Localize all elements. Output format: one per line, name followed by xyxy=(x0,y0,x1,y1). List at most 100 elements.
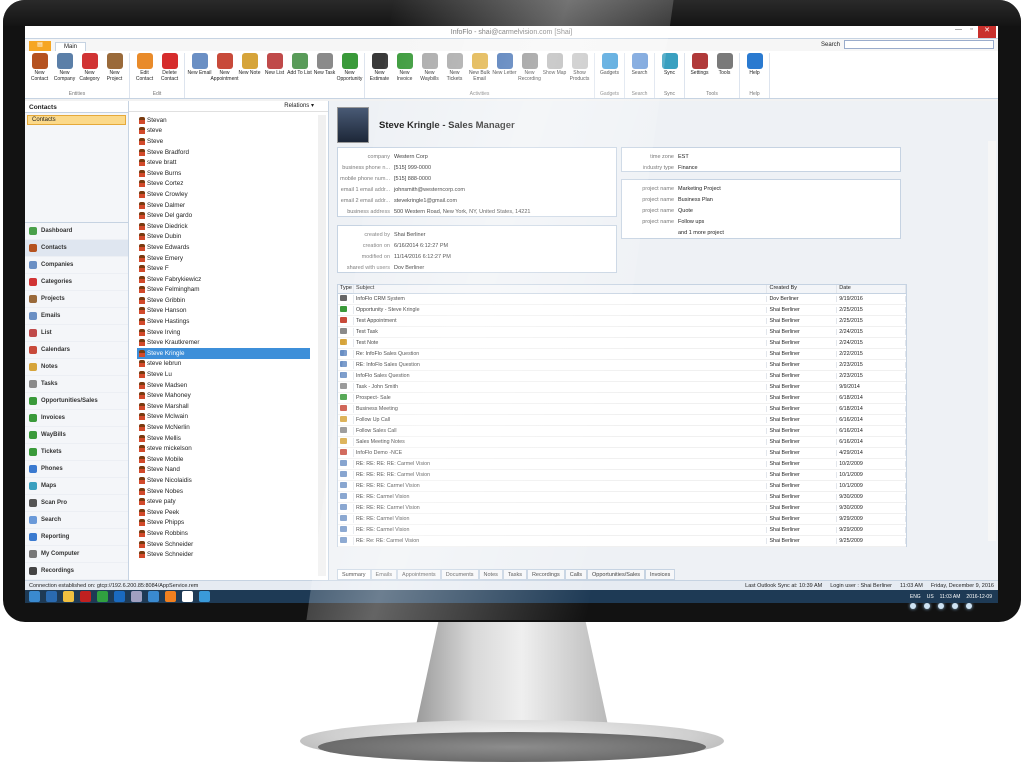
tab-emails[interactable]: Emails xyxy=(370,569,398,580)
list-item[interactable]: Steve Kringle xyxy=(137,348,310,359)
list-item[interactable]: Steve Lu xyxy=(137,369,310,380)
contact-list-scrollbar[interactable] xyxy=(318,115,326,576)
nav-item[interactable]: Calendars xyxy=(25,342,128,359)
taskbar-app[interactable] xyxy=(63,591,74,602)
ribbon-button[interactable]: New Bulk Email xyxy=(467,53,492,82)
nav-item[interactable]: Reporting xyxy=(25,529,128,546)
taskbar-app[interactable] xyxy=(131,591,142,602)
list-item[interactable]: Steve Fabrykiewicz xyxy=(137,274,310,285)
nav-item[interactable]: Recordings xyxy=(25,563,128,580)
minimize-icon[interactable]: — xyxy=(952,26,965,38)
list-item[interactable]: Steve Burns xyxy=(137,168,310,179)
table-row[interactable]: Test Task Shai Berliner 2/24/2015 xyxy=(338,327,906,338)
list-item[interactable]: Steve Mobile xyxy=(137,454,310,465)
list-item[interactable]: Steve Hanson xyxy=(137,306,310,317)
taskbar-app[interactable] xyxy=(199,591,210,602)
ribbon-button[interactable]: Edit Contact xyxy=(132,53,157,82)
start-button[interactable] xyxy=(29,591,40,602)
taskbar-app[interactable] xyxy=(46,591,57,602)
tab-appointments[interactable]: Appointments xyxy=(397,569,441,580)
relations-dropdown[interactable]: Relations ▾ xyxy=(129,101,328,112)
list-item[interactable]: Steve Mahoney xyxy=(137,390,310,401)
table-row[interactable]: InfoFlo Demo -NCE Shai Berliner 4/29/2014 xyxy=(338,448,906,459)
table-row[interactable]: Test Note Shai Berliner 2/24/2015 xyxy=(338,338,906,349)
tab-tasks[interactable]: Tasks xyxy=(502,569,527,580)
table-row[interactable]: RE: Re: RE: Carmel Vision Shai Berliner 9/… xyxy=(338,536,906,547)
tab-documents[interactable]: Documents xyxy=(440,569,479,580)
list-item[interactable]: Steve Bradford xyxy=(137,147,310,158)
table-row[interactable]: RE: RE: Carmel Vision Shai Berliner 9/30/2… xyxy=(338,492,906,503)
list-item[interactable]: Steve Marshall xyxy=(137,401,310,412)
taskbar-app[interactable] xyxy=(80,591,91,602)
ribbon-button[interactable]: Gadgets xyxy=(597,53,622,76)
table-row[interactable]: Sales Meeting Notes Shai Berliner 6/16/201… xyxy=(338,437,906,448)
ribbon-button[interactable]: New Opportunity xyxy=(337,53,362,82)
ribbon-button[interactable]: New List xyxy=(262,53,287,82)
list-item[interactable]: Steve Dalmer xyxy=(137,200,310,211)
ribbon-button[interactable]: Delete Contact xyxy=(157,53,182,82)
taskbar-app[interactable] xyxy=(182,591,193,602)
nav-item[interactable]: Phones xyxy=(25,461,128,478)
table-row[interactable]: Test Appointment Shai Berliner 2/25/2015 xyxy=(338,316,906,327)
taskbar-app[interactable] xyxy=(165,591,176,602)
table-row[interactable]: Business Meeting Shai Berliner 6/18/2014 xyxy=(338,404,906,415)
list-item[interactable]: Steve xyxy=(137,136,310,147)
ribbon-button[interactable]: New Task xyxy=(312,53,337,82)
ribbon-button[interactable]: New Tickets xyxy=(442,53,467,82)
list-item[interactable]: Steve Nand xyxy=(137,465,310,476)
list-item[interactable]: Steve Emery xyxy=(137,253,310,264)
nav-item[interactable]: Scan Pro xyxy=(25,495,128,512)
ribbon-button[interactable]: New Letter xyxy=(492,53,517,82)
ribbon-button[interactable]: New Estimate xyxy=(367,53,392,82)
table-row[interactable]: Re: InfoFlo Sales Question Shai Berliner 2… xyxy=(338,349,906,360)
tab-calls[interactable]: Calls xyxy=(564,569,588,580)
table-row[interactable]: RE: RE: RE: Carmel Vision Shai Berliner 10… xyxy=(338,481,906,492)
table-row[interactable]: Follow Sales Call Shai Berliner 6/16/2014 xyxy=(338,426,906,437)
table-row[interactable]: RE: RE: Carmel Vision Shai Berliner 9/29/2… xyxy=(338,525,906,536)
ribbon-button[interactable]: New Category xyxy=(77,53,102,82)
ribbon-button[interactable]: Tools xyxy=(712,53,737,76)
ribbon-button[interactable]: New Email xyxy=(187,53,212,82)
grid-header-cell[interactable]: Created By xyxy=(767,285,838,293)
nav-item[interactable]: Maps xyxy=(25,478,128,495)
list-item[interactable]: Steve Edwards xyxy=(137,242,310,253)
grid-header-cell[interactable]: Date xyxy=(837,285,906,293)
table-row[interactable]: RE: RE: Carmel Vision Shai Berliner 9/29/2… xyxy=(338,514,906,525)
ribbon-button[interactable]: Add To List xyxy=(287,53,312,82)
list-item[interactable]: Steve Diedrick xyxy=(137,221,310,232)
nav-selected-folder[interactable]: Contacts xyxy=(27,115,126,125)
ribbon-button[interactable]: New Recording xyxy=(517,53,542,82)
list-item[interactable]: Steve Schneider xyxy=(137,539,310,550)
close-icon[interactable]: ✕ xyxy=(978,26,996,38)
taskbar-app[interactable] xyxy=(148,591,159,602)
list-item[interactable]: Steve Robbins xyxy=(137,528,310,539)
search-input[interactable] xyxy=(844,40,994,49)
list-item[interactable]: Steve Crowley xyxy=(137,189,310,200)
list-item[interactable]: Steve Schneider xyxy=(137,549,310,560)
table-row[interactable]: InfoFlo Sales Question Shai Berliner 2/23/… xyxy=(338,371,906,382)
list-item[interactable]: Steve Del gardo xyxy=(137,210,310,221)
list-item[interactable]: Steve Krautkremer xyxy=(137,337,310,348)
nav-item[interactable]: Notes xyxy=(25,359,128,376)
ribbon-button[interactable]: New Note xyxy=(237,53,262,82)
nav-item[interactable]: Tickets xyxy=(25,444,128,461)
table-row[interactable]: RE: RE: RE: Carmel Vision Shai Berliner 9/… xyxy=(338,503,906,514)
file-menu-button[interactable]: ▤ xyxy=(29,41,51,51)
list-item[interactable]: Steve Mellis xyxy=(137,433,310,444)
ribbon-button[interactable]: New Contact xyxy=(27,53,52,82)
nav-item[interactable]: Emails xyxy=(25,308,128,325)
list-item[interactable]: steve xyxy=(137,126,310,137)
grid-header-cell[interactable]: Subject xyxy=(354,285,768,293)
tab-summary[interactable]: Summary xyxy=(337,569,371,580)
ribbon-button[interactable]: Search xyxy=(627,53,652,76)
tab-notes[interactable]: Notes xyxy=(478,569,503,580)
ribbon-button[interactable]: Help xyxy=(742,53,767,76)
list-item[interactable]: Steve Madsen xyxy=(137,380,310,391)
nav-item[interactable]: Categories xyxy=(25,274,128,291)
tab-invoices[interactable]: Invoices xyxy=(645,569,676,580)
table-row[interactable]: Task - John Smith Shai Berliner 9/9/2014 xyxy=(338,382,906,393)
nav-item[interactable]: My Computer xyxy=(25,546,128,563)
maximize-icon[interactable]: ▫ xyxy=(965,26,978,38)
list-item[interactable]: Steve Felmingham xyxy=(137,285,310,296)
list-item[interactable]: Steve Gribbin xyxy=(137,295,310,306)
